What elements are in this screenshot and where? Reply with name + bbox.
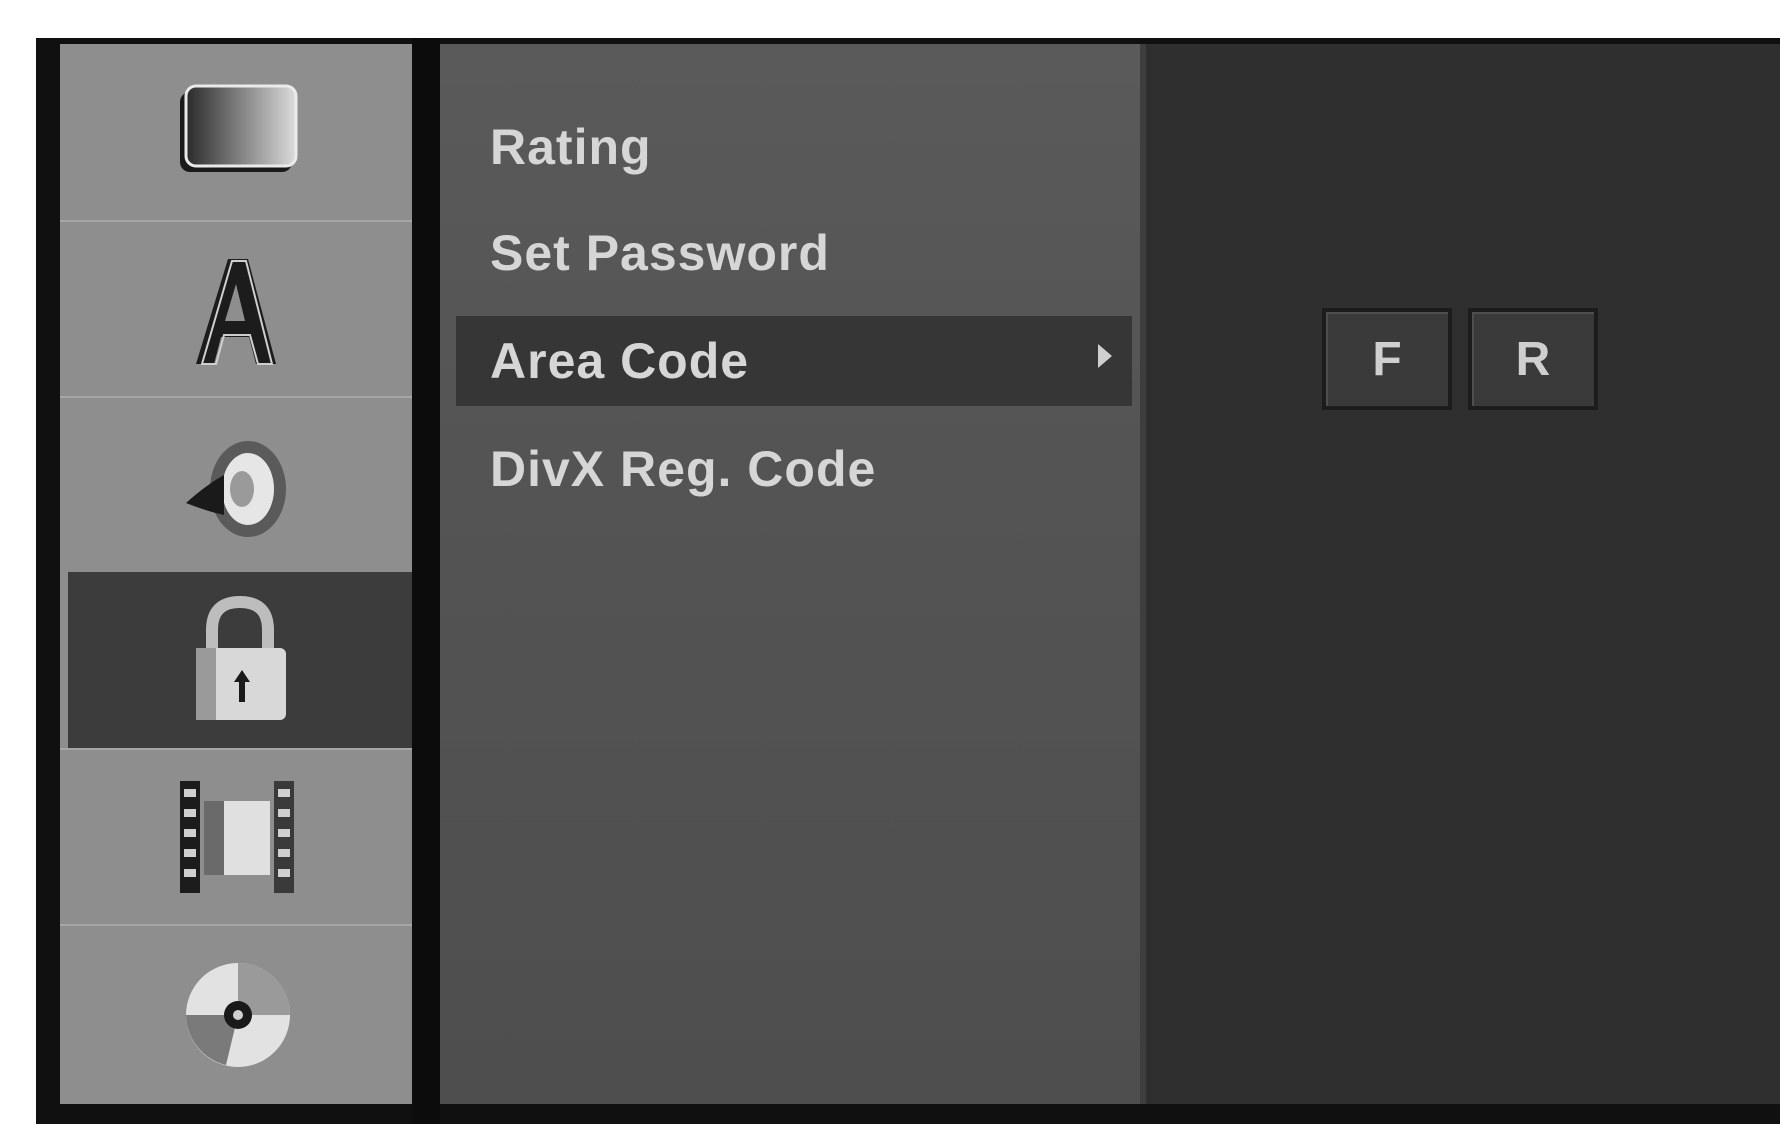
language-a-icon	[196, 259, 276, 365]
area-code-char-1-value: F	[1372, 332, 1402, 386]
speaker-icon	[186, 441, 286, 537]
sidebar-item-lock[interactable]	[68, 572, 412, 748]
menu-item-divx-reg-code[interactable]: DivX Reg. Code	[456, 424, 1132, 514]
menu-item-label: DivX Reg. Code	[490, 441, 877, 497]
category-sidebar	[60, 44, 412, 1104]
tv-screen-icon	[180, 84, 298, 172]
sidebar-item-disc[interactable]	[60, 924, 412, 1100]
setup-screen: Rating Set Password Area Code DivX Reg. …	[36, 38, 1780, 1124]
disc-icon	[186, 963, 290, 1067]
film-icon	[180, 781, 294, 893]
menu-item-label: Area Code	[490, 333, 750, 389]
sidebar-divider	[412, 38, 440, 1124]
menu-item-label: Set Password	[490, 225, 830, 281]
area-code-char-2[interactable]: R	[1468, 308, 1598, 410]
menu-item-set-password[interactable]: Set Password	[456, 208, 1132, 298]
area-code-char-1[interactable]: F	[1322, 308, 1452, 410]
setup-menu: Rating Set Password Area Code DivX Reg. …	[440, 44, 1140, 1104]
sidebar-item-recording[interactable]	[60, 748, 412, 924]
menu-item-area-code[interactable]: Area Code	[456, 316, 1132, 406]
lock-icon	[196, 595, 286, 720]
menu-item-label: Rating	[490, 119, 652, 175]
area-code-char-2-value: R	[1515, 332, 1551, 386]
sidebar-item-audio[interactable]	[60, 396, 412, 572]
submenu-arrow-icon	[1098, 344, 1112, 368]
area-code-panel: F R	[1146, 44, 1780, 1104]
sidebar-item-display[interactable]	[60, 44, 412, 220]
menu-item-rating[interactable]: Rating	[456, 102, 1132, 192]
sidebar-item-language[interactable]	[60, 220, 412, 396]
